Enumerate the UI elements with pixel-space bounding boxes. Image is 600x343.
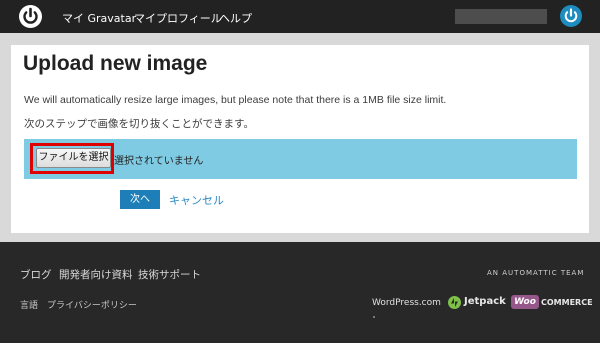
avatar[interactable] xyxy=(560,5,582,27)
crop-instruction: 次のステップで画像を切り抜くことができます。 xyxy=(24,118,254,130)
jetpack-icon xyxy=(448,296,461,309)
jetpack-logo[interactable]: Jetpack xyxy=(464,296,506,307)
page-title: Upload new image xyxy=(23,52,208,75)
footer-link-support[interactable]: 技術サポート xyxy=(138,267,201,282)
automattic-team-logo[interactable]: AN AUTOMATTIC TEAM xyxy=(487,269,584,277)
gravatar-avatar-icon xyxy=(564,8,578,23)
nav-help[interactable]: ヘルプ xyxy=(219,10,252,26)
footer-link-language[interactable]: 言語 xyxy=(20,298,38,311)
woocommerce-logo[interactable]: COMMERCE xyxy=(541,298,593,307)
next-button[interactable]: 次へ xyxy=(120,190,160,209)
redacted-account-field[interactable] xyxy=(455,9,547,24)
nav-my-profile[interactable]: マイプロフィール xyxy=(134,10,222,26)
footer-link-privacy[interactable]: プライバシーポリシー xyxy=(47,298,137,311)
file-status: 選択されていません xyxy=(114,156,204,167)
footer-link-blog[interactable]: ブログ xyxy=(20,267,52,282)
woo-badge: Woo xyxy=(511,295,539,309)
wordpress-logo[interactable]: WordPress.com xyxy=(372,298,441,308)
divider-dot xyxy=(373,316,375,318)
size-limit-note: We will automatically resize large image… xyxy=(24,94,447,106)
footer xyxy=(0,242,600,343)
footer-link-developers[interactable]: 開発者向け資料 xyxy=(59,267,133,282)
top-bar: マイ Gravatar マイプロフィール ヘルプ xyxy=(0,0,600,33)
cancel-link[interactable]: キャンセル xyxy=(169,192,224,208)
gravatar-logo-icon[interactable] xyxy=(19,5,42,28)
highlight-box xyxy=(30,143,114,174)
nav-my-gravatar[interactable]: マイ Gravatar xyxy=(62,10,136,26)
